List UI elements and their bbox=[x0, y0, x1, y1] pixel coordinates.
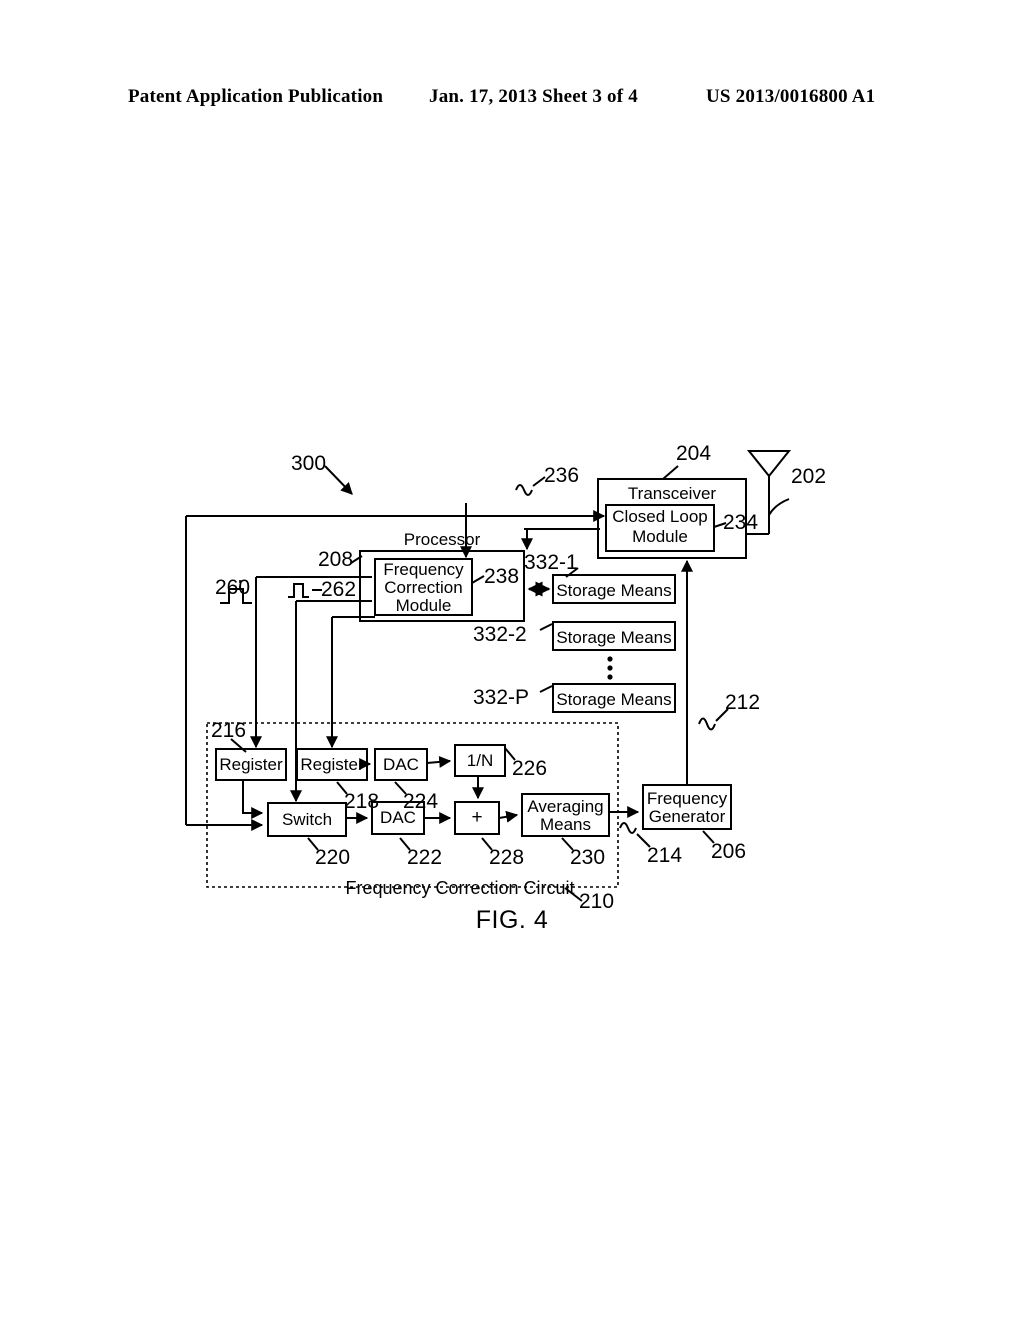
frequency-correction-module-label-line3: Module bbox=[395, 596, 452, 615]
ref-202: 202 bbox=[791, 465, 827, 488]
ref-220: 220 bbox=[315, 846, 351, 869]
figure-linework bbox=[185, 450, 792, 902]
ref-332-1: 332-1 bbox=[524, 551, 578, 574]
divider-226-label: 1/N bbox=[466, 751, 494, 770]
processor-label: Processor bbox=[403, 530, 481, 549]
figure-caption: FIG. 4 bbox=[475, 906, 549, 934]
ref-238: 238 bbox=[484, 565, 520, 588]
ref-300: 300 bbox=[291, 452, 327, 475]
ref-332-P: 332-P bbox=[473, 686, 530, 709]
ref-208: 208 bbox=[318, 548, 354, 571]
ref-226: 226 bbox=[512, 757, 548, 780]
ref-218: 218 bbox=[344, 790, 380, 813]
ref-204: 204 bbox=[676, 442, 712, 465]
closed-loop-module-label-line2: Module bbox=[632, 527, 688, 546]
frequency-correction-module-label-line2: Correction bbox=[384, 578, 463, 597]
storage-means-p-label: Storage Means bbox=[556, 690, 672, 709]
ref-216: 216 bbox=[211, 719, 247, 742]
frequency-correction-circuit-boundary-label: Frequency Correction Circuit bbox=[345, 878, 575, 898]
patent-figure-4: Transceiver Closed Loop Module Processor… bbox=[0, 0, 1024, 1320]
ref-236: 236 bbox=[544, 464, 580, 487]
averaging-means-label-line1: Averaging bbox=[527, 797, 604, 816]
ref-234: 234 bbox=[723, 511, 759, 534]
ref-228: 228 bbox=[489, 846, 525, 869]
transceiver-label: Transceiver bbox=[627, 484, 717, 503]
ref-260: 260 bbox=[215, 576, 251, 599]
adder-228-label: + bbox=[471, 807, 483, 828]
closed-loop-module-label-line1: Closed Loop bbox=[612, 507, 708, 526]
register-218-label: Register bbox=[300, 755, 364, 774]
storage-means-2-label: Storage Means bbox=[556, 628, 672, 647]
ref-214: 214 bbox=[647, 844, 683, 867]
ref-222: 222 bbox=[407, 846, 443, 869]
frequency-generator-label-line2: Generator bbox=[648, 807, 726, 826]
register-216-label: Register bbox=[219, 755, 283, 774]
switch-220-label: Switch bbox=[281, 810, 333, 829]
ref-230: 230 bbox=[570, 846, 606, 869]
frequency-generator-label-line1: Frequency bbox=[646, 789, 728, 808]
storage-means-1-label: Storage Means bbox=[556, 581, 672, 600]
ref-224: 224 bbox=[403, 790, 439, 813]
frequency-correction-module-label-line1: Frequency bbox=[383, 560, 464, 579]
ref-206: 206 bbox=[711, 840, 747, 863]
ref-262: 262 bbox=[321, 578, 357, 601]
ref-332-2: 332-2 bbox=[473, 623, 527, 646]
dac-224-label: DAC bbox=[383, 755, 419, 774]
averaging-means-label-line2: Means bbox=[539, 815, 592, 834]
ref-212: 212 bbox=[725, 691, 761, 714]
